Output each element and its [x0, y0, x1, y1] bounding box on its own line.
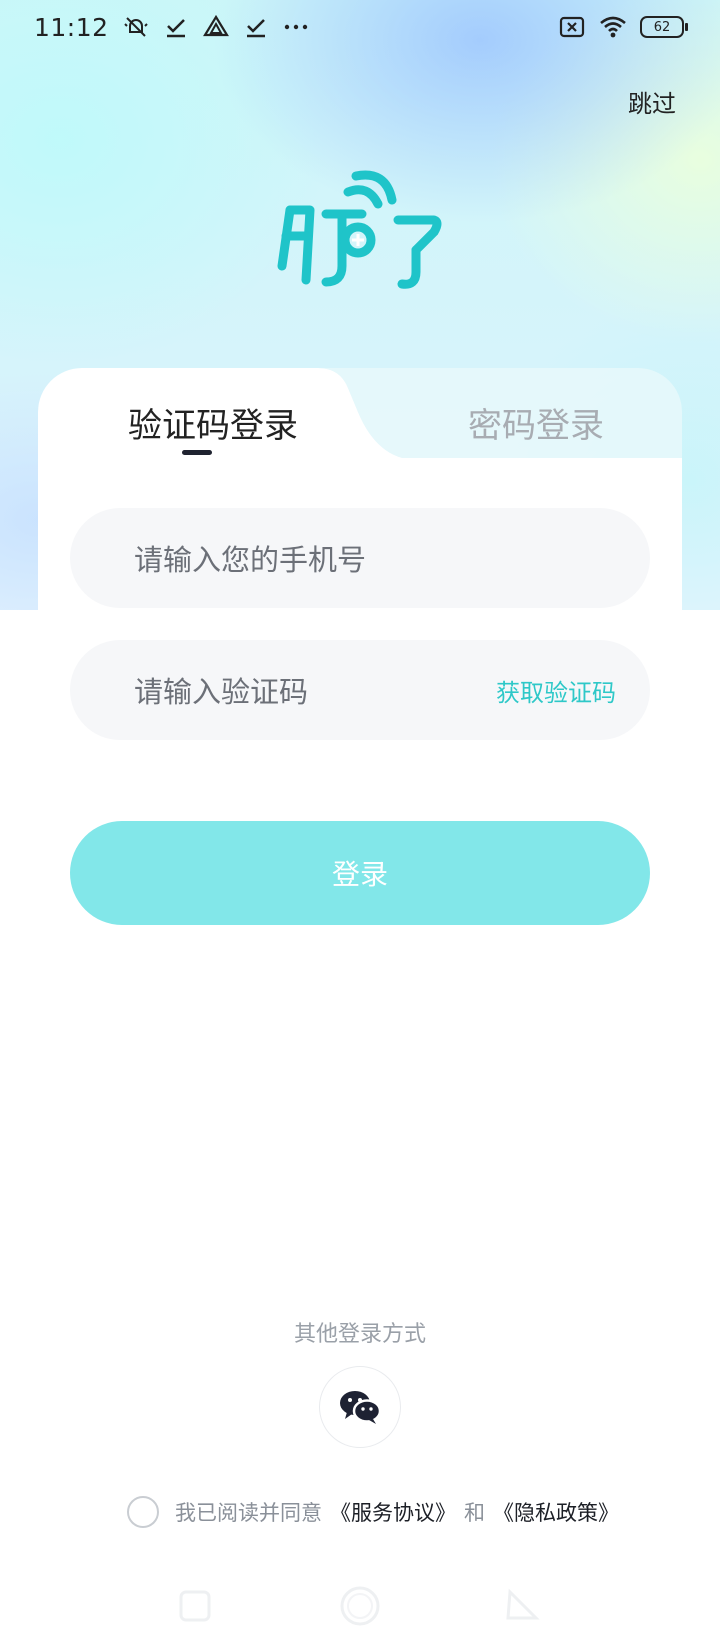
- battery-level: 62: [653, 19, 671, 35]
- agreement-prefix: 我已阅读并同意: [175, 1501, 322, 1525]
- wechat-login-button[interactable]: [319, 1366, 401, 1448]
- download-done-icon: [166, 19, 185, 38]
- tab-code-login[interactable]: 验证码登录: [128, 398, 298, 447]
- system-nav-bar: [179, 1586, 540, 1626]
- code-input[interactable]: 请输入验证码 获取验证码: [70, 640, 650, 740]
- agreement-row: 我已阅读并同意 《服务协议》 和 《隐私政策》: [127, 1496, 619, 1528]
- mute-bell-icon: [123, 17, 148, 37]
- battery-indicator: 62: [640, 16, 688, 38]
- service-agreement-link[interactable]: 《服务协议》: [330, 1497, 456, 1527]
- login-button[interactable]: 登录: [70, 821, 650, 925]
- privacy-policy-link[interactable]: 《隐私政策》: [493, 1497, 619, 1527]
- phone-input[interactable]: 请输入您的手机号: [70, 508, 650, 608]
- wechat-icon: [340, 1391, 381, 1424]
- other-login-title: 其他登录方式: [293, 1322, 426, 1347]
- status-bar: 11:12 62: [0, 0, 720, 54]
- phone-placeholder: 请输入您的手机号: [134, 543, 367, 577]
- skip-button[interactable]: 跳过: [628, 84, 676, 119]
- no-sim-icon: [559, 16, 585, 38]
- download-done-icon-2: [246, 19, 265, 38]
- agree-checkbox[interactable]: [127, 1496, 159, 1528]
- drive-icon: [202, 14, 229, 37]
- wifi-icon: [600, 16, 626, 38]
- code-placeholder: 请输入验证码: [134, 675, 309, 709]
- more-icon: [284, 24, 307, 30]
- app-logo: [277, 170, 442, 289]
- get-code-button[interactable]: 获取验证码: [496, 673, 616, 708]
- recent-apps-icon[interactable]: [179, 1590, 211, 1622]
- status-time: 11:12: [34, 12, 109, 42]
- tab-active-indicator: [182, 450, 212, 455]
- agreement-and: 和: [464, 1501, 485, 1525]
- tab-password-login[interactable]: 密码登录: [468, 398, 604, 447]
- back-icon[interactable]: [506, 1588, 540, 1620]
